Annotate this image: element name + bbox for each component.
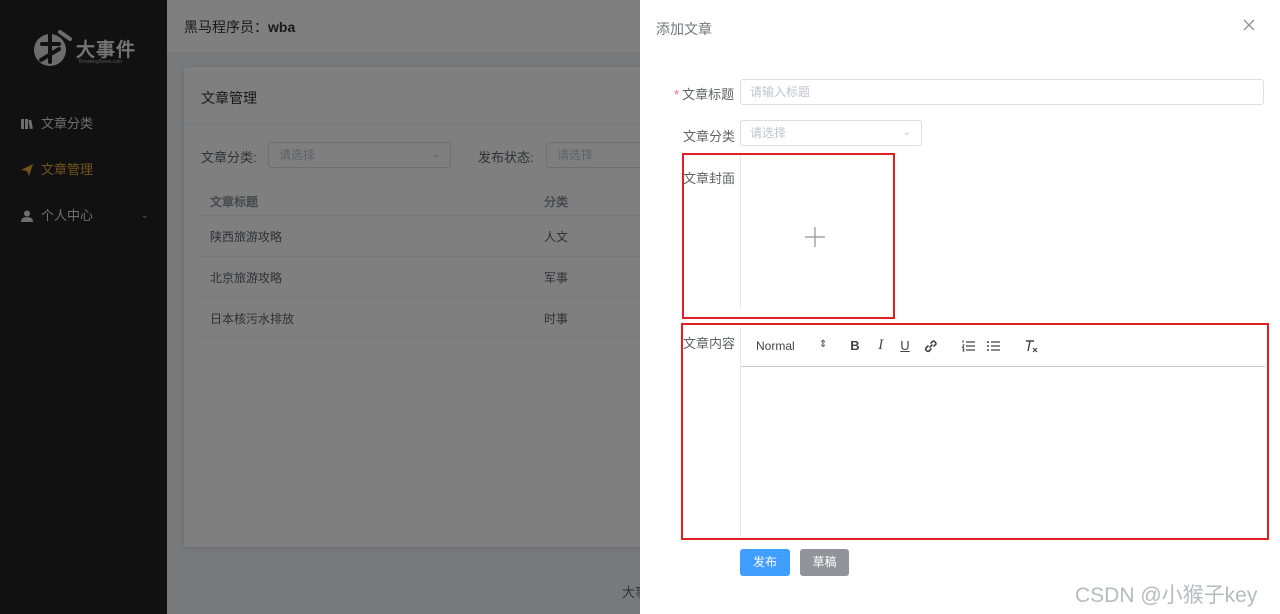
- publish-button[interactable]: 发布: [740, 549, 790, 576]
- label-text: 文章标题: [682, 87, 735, 102]
- chevron-down-icon: ⌄: [902, 127, 911, 138]
- drawer-title: 添加文章: [656, 21, 712, 37]
- title-field-label: * 文章标题: [674, 84, 734, 103]
- watermark: CSDN @小猴子key: [1075, 584, 1258, 607]
- highlight-box-cover: [682, 153, 895, 319]
- input-placeholder: 请输入标题: [750, 85, 811, 99]
- add-article-drawer: 添加文章 * 文章标题 请输入标题 文章分类 请选择 ⌄ 文章封面 文章内容 No…: [640, 0, 1280, 614]
- close-icon[interactable]: [1241, 17, 1257, 33]
- title-input[interactable]: 请输入标题: [740, 79, 1264, 105]
- category-field-label: 文章分类: [683, 129, 736, 144]
- draft-button[interactable]: 草稿: [800, 549, 849, 576]
- category-select[interactable]: 请选择 ⌄: [740, 120, 922, 146]
- select-placeholder: 请选择: [750, 126, 787, 140]
- required-mark: *: [674, 87, 680, 102]
- highlight-box-content: [681, 323, 1269, 540]
